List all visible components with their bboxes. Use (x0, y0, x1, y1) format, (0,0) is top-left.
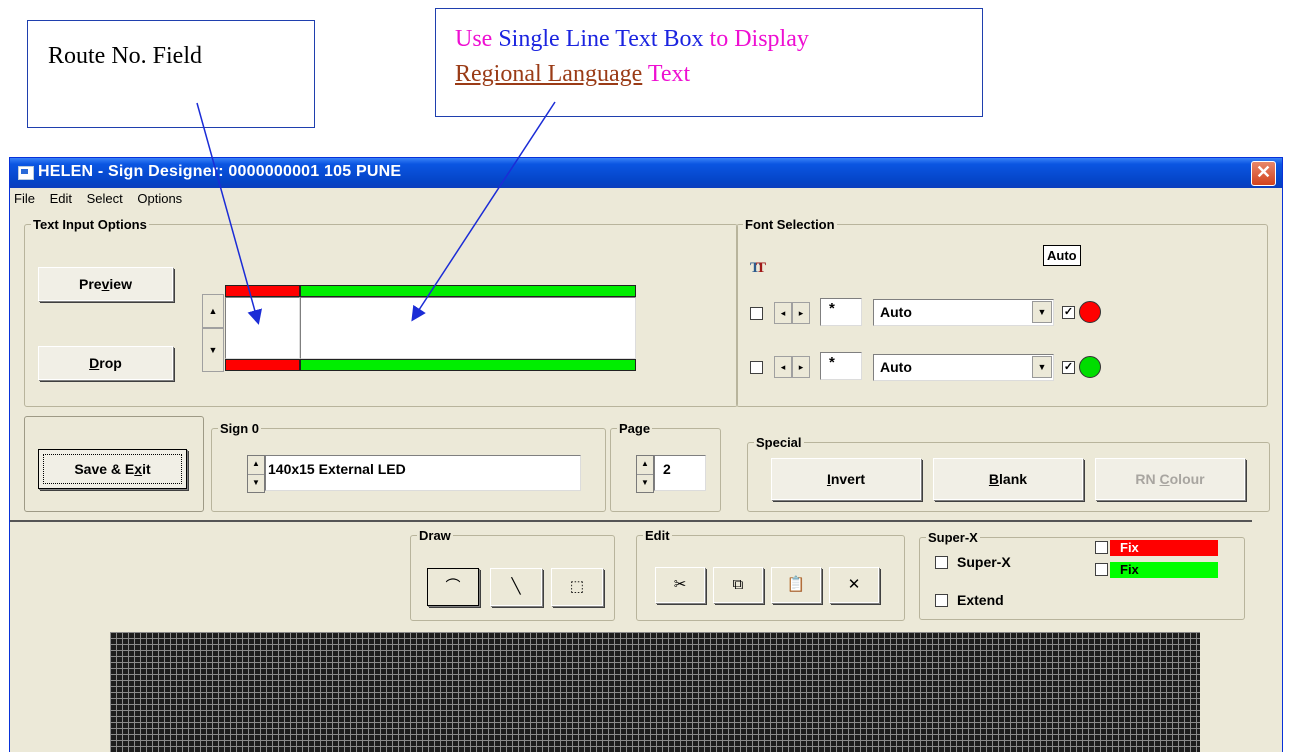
scissors-icon: ✂ (673, 576, 687, 593)
font-row2-left-arrow[interactable]: ◂ (774, 356, 792, 378)
close-button[interactable]: ✕ (1251, 161, 1276, 186)
font-row1-right-arrow[interactable]: ▸ (792, 302, 810, 324)
menu-options[interactable]: Options (137, 191, 182, 206)
rn-colour-button[interactable]: RN Colour (1095, 458, 1245, 500)
font-row1-select[interactable]: Auto ▼ (873, 299, 1054, 326)
auto-badge: Auto (1043, 245, 1081, 266)
preview-button[interactable]: Preview (38, 267, 173, 301)
super-x-legend: Super-X (928, 530, 978, 545)
delete-x-icon: ✕ (847, 576, 861, 593)
menu-file[interactable]: File (14, 191, 35, 206)
font-row1-left-arrow[interactable]: ◂ (774, 302, 792, 324)
rectangle-tool-button[interactable]: ⬚ (551, 568, 603, 606)
page-spinner[interactable]: ▲ ▼ (636, 455, 654, 493)
page-number-field[interactable]: 2 (654, 455, 706, 491)
copy-icon: ⧉ (732, 576, 744, 593)
extend-checkbox[interactable] (935, 594, 948, 607)
scroll-up-button[interactable]: ▲ (202, 294, 224, 328)
super-x-label: Super-X (957, 554, 1011, 570)
line-icon: ╲ (511, 578, 521, 595)
paste-button[interactable]: 📋 (771, 567, 821, 603)
save-exit-button[interactable]: Save & Exit (38, 449, 187, 489)
font-row2-size[interactable]: * (820, 352, 862, 380)
font-row2-color-checkbox[interactable]: ✓ (1062, 361, 1075, 374)
separator (10, 520, 1252, 522)
title-bar[interactable]: HELEN - Sign Designer: 0000000001 105 PU… (10, 158, 1282, 188)
line-tool-button[interactable]: ╲ (490, 568, 542, 606)
delete-button[interactable]: ✕ (829, 567, 879, 603)
red-led-indicator (1079, 301, 1101, 323)
special-legend: Special (756, 435, 802, 450)
callout-text-3: to Display (709, 26, 809, 52)
edit-legend: Edit (645, 528, 670, 543)
app-icon (18, 166, 34, 180)
menu-edit[interactable]: Edit (50, 191, 72, 206)
sign-spinner[interactable]: ▲ ▼ (247, 455, 265, 493)
chevron-down-icon[interactable]: ▼ (1032, 356, 1052, 378)
callout-text: Route No. Field (48, 43, 202, 69)
green-led-indicator (1079, 356, 1101, 378)
fix-green-checkbox[interactable] (1095, 563, 1108, 576)
chevron-down-icon[interactable]: ▼ (1032, 301, 1052, 323)
fix-red-checkbox[interactable] (1095, 541, 1108, 554)
copy-button[interactable]: ⧉ (713, 567, 763, 603)
extend-label: Extend (957, 592, 1004, 608)
font-row2-select[interactable]: Auto ▼ (873, 354, 1054, 381)
sign-designer-window: HELEN - Sign Designer: 0000000001 105 PU… (9, 157, 1283, 752)
route-number-field[interactable] (225, 297, 300, 359)
draw-legend: Draw (419, 528, 451, 543)
text-field-top-bar (300, 285, 636, 297)
fix-green-label: Fix (1110, 562, 1218, 578)
page-legend: Page (619, 421, 651, 436)
font-row1-checkbox[interactable] (750, 307, 763, 320)
invert-button[interactable]: Invert (771, 458, 921, 500)
font-icon[interactable]: TT (750, 260, 766, 277)
regional-text-callout: Use Single Line Text Box to Display Regi… (435, 8, 983, 117)
callout-text-4: Regional Language (455, 61, 643, 87)
arc-icon: ⌒ (445, 578, 461, 595)
callout-text-5: Text (647, 61, 691, 87)
sign-legend: Sign 0 (220, 421, 260, 436)
font-selection-legend: Font Selection (745, 217, 835, 232)
callout-text-2: Single Line Text Box (498, 26, 704, 52)
arc-tool-button[interactable]: ⌒ (427, 568, 479, 606)
sign-type-field[interactable]: 140x15 External LED (265, 455, 581, 491)
route-field-bottom-bar (225, 359, 300, 371)
font-row1-color-checkbox[interactable]: ✓ (1062, 306, 1075, 319)
drop-button[interactable]: Drop (38, 346, 173, 380)
font-row1-size[interactable]: * (820, 298, 862, 326)
window-title: HELEN - Sign Designer: 0000000001 105 PU… (38, 163, 402, 180)
font-row2-right-arrow[interactable]: ▸ (792, 356, 810, 378)
text-field-bottom-bar (300, 359, 636, 371)
regional-text-field[interactable] (300, 297, 636, 359)
scroll-down-button[interactable]: ▼ (202, 328, 224, 372)
menu-bar: File Edit Select Options (10, 191, 189, 211)
font-row2-checkbox[interactable] (750, 361, 763, 374)
callout-text-1: Use (455, 26, 493, 52)
cut-button[interactable]: ✂ (655, 567, 705, 603)
clipboard-icon: 📋 (786, 576, 806, 593)
super-x-checkbox[interactable] (935, 556, 948, 569)
led-matrix-preview[interactable] (110, 632, 1200, 752)
text-input-options-legend: Text Input Options (33, 217, 147, 232)
fix-red-label: Fix (1110, 540, 1218, 556)
blank-button[interactable]: Blank (933, 458, 1083, 500)
menu-select[interactable]: Select (87, 191, 123, 206)
route-number-callout: Route No. Field (27, 20, 315, 128)
rectangle-icon: ⬚ (569, 578, 585, 595)
route-field-top-bar (225, 285, 300, 297)
